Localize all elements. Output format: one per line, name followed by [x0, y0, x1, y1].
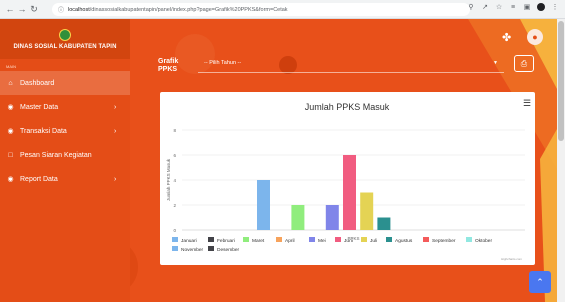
legend-label: Juli	[370, 238, 377, 244]
user-icon: ●	[532, 32, 538, 42]
forward-arrow-icon[interactable]: →	[16, 2, 28, 16]
circle-dot-icon: ◉	[7, 176, 14, 183]
logo-emblem-icon	[59, 28, 71, 41]
user-avatar[interactable]: ●	[527, 29, 543, 45]
site-info-icon[interactable]: ⓘ	[58, 5, 64, 14]
home-icon: ⌂	[8, 79, 13, 87]
sidebar-item-label: Dashboard	[20, 79, 55, 87]
sidebar-section-label: MAIN	[6, 64, 16, 69]
legend-label: Agustus	[395, 238, 413, 244]
filter-bar: Grafik PPKS -- Pilih Tahun -- ▼ ⎙	[150, 52, 545, 82]
legend-swatch	[335, 237, 341, 242]
browser-toolbar: ← → ↻ ⓘ localhost/dinassosialkabupatenta…	[0, 0, 565, 19]
legend-swatch	[172, 246, 178, 251]
chevron-right-icon: ›	[114, 127, 117, 135]
legend-label: Februari	[217, 238, 235, 244]
y-tick-label: 2	[173, 203, 176, 208]
brand-title: DINAS SOSIAL KABUPATEN TAPIN	[13, 43, 117, 50]
legend-swatch	[243, 237, 249, 242]
bar-juni	[343, 155, 356, 230]
chart-credits: Highcharts.com	[501, 257, 522, 261]
y-axis-label: Jumlah PPKS Masuk	[166, 158, 171, 201]
chevron-right-icon: ›	[114, 103, 117, 111]
sidebar-item-label: Transaksi Data	[20, 127, 67, 135]
legend-swatch	[276, 237, 282, 242]
legend-swatch	[172, 237, 178, 242]
y-tick-label: 6	[173, 153, 176, 158]
year-select-value: -- Pilih Tahun --	[204, 60, 242, 66]
sidebar-item-label: Report Data	[20, 175, 58, 183]
y-tick-label: 4	[173, 178, 176, 183]
address-bar[interactable]: ⓘ localhost/dinassosialkabupatentapin/pa…	[52, 3, 470, 16]
url-text: localhost/dinassosialkabupatentapin/pane…	[68, 6, 288, 13]
legend-label: Maret	[252, 238, 265, 244]
sidebar-item[interactable]: □ Pesan Siaran Kegiatan	[0, 143, 130, 167]
sidebar-item-label: Master Data	[20, 103, 59, 111]
chart-card: Jumlah PPKS Masuk 0 2 4 6 8 Jumlah PPKS Masuk P…	[160, 92, 535, 265]
app-window: DINAS SOSIAL KABUPATEN TAPIN MAIN ⌂ Dashb…	[0, 19, 557, 302]
page-scrollbar[interactable]	[557, 19, 565, 302]
browser-actions: ⚲ ↗ ☆ ≡ ▣ ⋮	[467, 3, 559, 11]
chart-menu-icon[interactable]: ☰	[523, 98, 531, 109]
fullscreen-toggle-icon[interactable]: ✤	[502, 31, 511, 44]
sidebar-item-label: Pesan Siaran Kegiatan	[20, 151, 92, 159]
circle-dot-icon: ◉	[7, 104, 14, 111]
legend-swatch	[466, 237, 472, 242]
back-arrow-icon[interactable]: ←	[4, 2, 16, 16]
chevron-up-icon: ⌃	[536, 276, 544, 287]
browser-menu-icon[interactable]: ⋮	[551, 3, 559, 11]
profile-icon[interactable]	[537, 3, 545, 11]
filter-label: Grafik PPKS	[158, 58, 179, 73]
sidebar-menu: ⌂ Dashboard ◉ Master Data › ◉ Transaksi Data › □…	[0, 71, 130, 191]
sidebar-item[interactable]: ◉ Master Data ›	[0, 95, 130, 119]
legend-label: Desember	[217, 247, 240, 253]
legend-label: November	[181, 247, 204, 253]
circle-dot-icon: ◉	[7, 128, 14, 135]
y-tick-label: 0	[173, 228, 176, 233]
sidebar-item[interactable]: ⌂ Dashboard	[0, 71, 130, 95]
print-button[interactable]: ⎙	[514, 55, 534, 72]
sidebar-item[interactable]: ◉ Report Data ›	[0, 167, 130, 191]
legend-label: April	[285, 238, 295, 244]
page-scrollbar-thumb[interactable]	[558, 21, 564, 141]
bar-agustus	[377, 217, 391, 230]
sidebar-item[interactable]: ◉ Transaksi Data ›	[0, 119, 130, 143]
legend-swatch	[423, 237, 429, 242]
zoom-icon[interactable]: ⚲	[467, 3, 475, 11]
bar-mei	[325, 205, 339, 230]
bar-chart: Jumlah PPKS Masuk02468Jumlah PPKS MasukP…	[166, 102, 525, 261]
legend-swatch	[309, 237, 315, 242]
legend-label: Mei	[318, 238, 326, 244]
sidebar: DINAS SOSIAL KABUPATEN TAPIN MAIN ⌂ Dashb…	[0, 19, 130, 302]
share-icon[interactable]: ↗	[481, 3, 489, 11]
year-select[interactable]: -- Pilih Tahun -- ▼	[198, 56, 504, 73]
printer-icon: ⎙	[520, 58, 528, 68]
bar-juli	[360, 192, 374, 230]
legend-swatch	[361, 237, 367, 242]
bar-januari	[257, 180, 270, 230]
legend-label: Januari	[181, 238, 197, 244]
legend-swatch	[208, 237, 214, 242]
chart-title: Jumlah PPKS Masuk	[305, 102, 390, 112]
legend-swatch	[208, 246, 214, 251]
y-tick-label: 8	[173, 128, 176, 133]
legend-label: September	[432, 238, 456, 244]
tab-search-icon[interactable]: ≡	[509, 4, 517, 11]
legend-swatch	[386, 237, 392, 242]
chevron-right-icon: ›	[114, 175, 117, 183]
brand-header[interactable]: DINAS SOSIAL KABUPATEN TAPIN	[0, 19, 130, 59]
legend-label: Juni	[344, 238, 353, 244]
bookmark-star-icon[interactable]: ☆	[495, 3, 503, 11]
chevron-down-icon: ▼	[493, 60, 498, 66]
legend-label: Oktober	[475, 238, 492, 244]
reload-icon[interactable]: ↻	[28, 2, 40, 16]
scroll-to-top-button[interactable]: ⌃	[529, 271, 551, 293]
clipboard-icon: □	[8, 151, 13, 159]
bar-maret	[291, 205, 305, 230]
sidebar-toggle-icon[interactable]: ▣	[523, 3, 531, 11]
